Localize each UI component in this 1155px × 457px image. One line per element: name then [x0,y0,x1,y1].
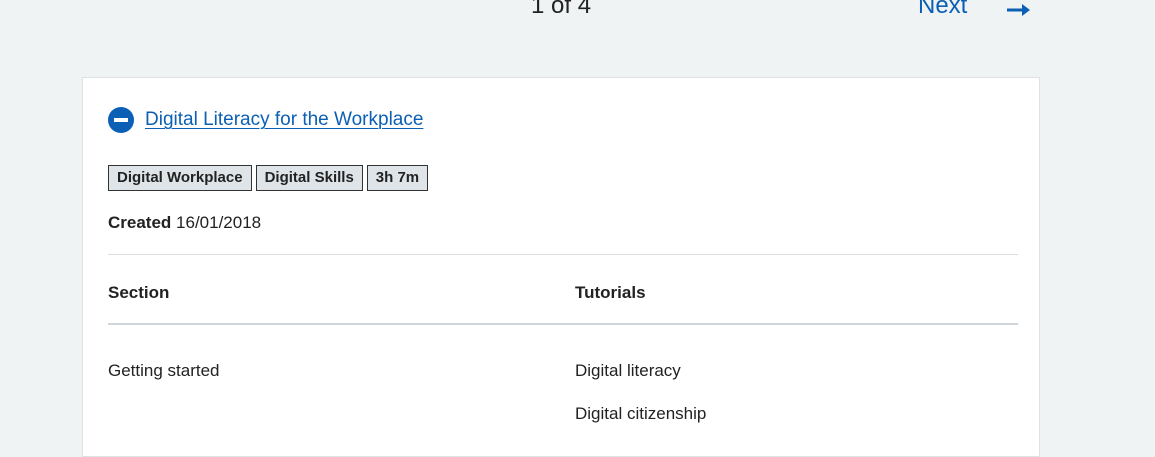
created-date: 16/01/2018 [176,213,262,232]
divider [108,254,1018,255]
created-info: Created 16/01/2018 [108,213,261,233]
table-header-divider [108,323,1018,325]
pagination: 1 of 4 Next [0,0,1155,30]
tutorial-item[interactable]: Digital citizenship [575,404,706,424]
tag-digital-workplace: Digital Workplace [108,165,252,191]
section-cell: Getting started [108,361,220,380]
next-page-link[interactable]: Next [918,0,967,20]
tutorial-item[interactable]: Digital literacy [575,361,681,381]
column-header-tutorials: Tutorials [575,283,646,302]
page-count: 1 of 4 [531,0,592,19]
course-tags: Digital Workplace Digital Skills 3h 7m [108,165,429,191]
course-title-link[interactable]: Digital Literacy for the Workplace [145,109,423,131]
tag-duration: 3h 7m [366,165,429,191]
course-card: Digital Literacy for the Workplace Digit… [82,77,1040,457]
column-header-section: Section [108,283,170,302]
course-title-row: Digital Literacy for the Workplace [108,107,423,133]
tag-digital-skills: Digital Skills [255,165,363,191]
minus-circle-icon[interactable] [108,107,134,133]
arrow-right-icon[interactable] [1005,0,1031,20]
created-label: Created [108,213,172,232]
